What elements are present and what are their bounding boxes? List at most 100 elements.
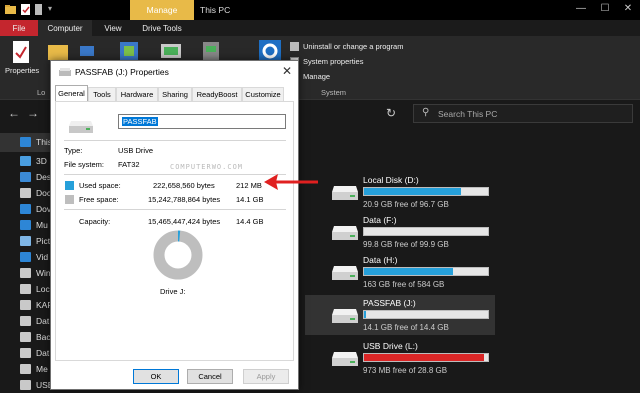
tab-manage[interactable]: Manage (130, 0, 194, 20)
used-space-bytes: 222,658,560 bytes (153, 181, 215, 190)
tab-computer[interactable]: Computer (38, 20, 92, 36)
capacity-bytes: 15,465,447,424 bytes (148, 217, 221, 226)
used-space-label: Used space: (79, 181, 121, 190)
tab-sharing[interactable]: Sharing (158, 87, 192, 101)
qa-dropdown-icon[interactable]: ▾ (48, 4, 52, 13)
usb-drive-icon (332, 352, 358, 366)
search-placeholder: Search This PC (438, 109, 498, 119)
free-space-bytes: 15,242,788,864 bytes (148, 195, 221, 204)
forward-arrow-icon[interactable]: → (27, 106, 39, 120)
properties-label[interactable]: Properties (5, 66, 39, 75)
system-properties-button[interactable]: System properties (290, 57, 363, 66)
maximize-icon[interactable]: ☐ (596, 2, 614, 16)
usb-drive-icon (20, 380, 31, 390)
ribbon-group-label-system: System (321, 88, 347, 97)
tab-readyboost[interactable]: ReadyBoost (192, 87, 242, 101)
used-space-swatch (65, 181, 74, 190)
watermark: COMPUTERWO.COM (170, 163, 244, 171)
cancel-button[interactable]: Cancel (187, 369, 233, 384)
folder-icon[interactable] (5, 4, 16, 15)
refresh-icon[interactable]: ↻ (386, 106, 396, 120)
downloads-icon (20, 204, 31, 214)
drive-usage-bar (363, 310, 489, 319)
drive-icon (20, 268, 31, 278)
back-arrow-icon[interactable]: ← (8, 106, 20, 120)
used-space-size: 212 MB (236, 181, 262, 190)
drive-icon (20, 364, 31, 374)
drive-data-f[interactable]: Data (F:) 99.8 GB free of 99.9 GB (305, 212, 495, 252)
drive-usage-bar (363, 187, 489, 196)
capacity-size: 14.4 GB (236, 217, 264, 226)
tab-tools[interactable]: Tools (88, 87, 116, 101)
open-folder-icon[interactable] (48, 42, 68, 60)
drive-data-h[interactable]: Data (H:) 163 GB free of 584 GB (305, 252, 495, 292)
ok-button[interactable]: OK (133, 369, 179, 384)
drive-free-text: 99.8 GB free of 99.9 GB (363, 240, 449, 249)
drive-icon (20, 300, 31, 310)
uninstall-program-button[interactable]: Uninstall or change a program (290, 42, 403, 51)
properties-icon[interactable] (20, 4, 31, 15)
drive-free-text: 163 GB free of 584 GB (363, 280, 445, 289)
hard-drive-icon (332, 226, 358, 240)
drive-usage-bar (363, 227, 489, 236)
drive-free-text: 973 MB free of 28.8 GB (363, 366, 448, 375)
title-bar: ▾ Manage This PC — ☐ ✕ (0, 0, 640, 20)
drive-name-value[interactable]: PASSFAB (122, 117, 158, 126)
apply-button[interactable]: Apply (243, 369, 289, 384)
tab-drive-tools[interactable]: Drive Tools (134, 20, 190, 36)
minimize-icon[interactable]: — (572, 2, 590, 16)
drive-free-text: 20.9 GB free of 96.7 GB (363, 200, 449, 209)
settings-icon[interactable] (259, 40, 281, 62)
hard-drive-icon (332, 266, 358, 280)
tab-customize[interactable]: Customize (242, 87, 284, 101)
rename-icon[interactable] (80, 42, 94, 60)
divider (64, 174, 286, 175)
divider (64, 140, 286, 141)
close-icon[interactable]: ✕ (619, 2, 637, 16)
drive-free-text: 14.1 GB free of 14.4 GB (363, 323, 449, 332)
capacity-label: Capacity: (79, 217, 111, 226)
drive-local-disk-d[interactable]: Local Disk (D:) 20.9 GB free of 96.7 GB (305, 172, 495, 212)
drive-icon (20, 316, 31, 326)
tab-general[interactable]: General (55, 85, 88, 101)
file-system-value: FAT32 (118, 160, 140, 169)
drive-name: Local Disk (D:) (363, 175, 419, 185)
drive-passfab-j[interactable]: PASSFAB (J:) 14.1 GB free of 14.4 GB (305, 295, 495, 335)
donut-free-ring (153, 230, 203, 280)
dialog-title-bar: PASSFAB (J:) Properties ✕ (51, 61, 298, 83)
drive-name: USB Drive (L:) (363, 341, 418, 351)
music-icon (20, 220, 31, 230)
annotation-arrow (264, 174, 318, 190)
search-input[interactable]: ⚲ Search This PC (413, 104, 633, 123)
new-folder-icon[interactable] (33, 4, 44, 15)
type-value: USB Drive (118, 146, 154, 155)
file-system-label: File system: (64, 160, 105, 169)
free-space-swatch (65, 195, 74, 204)
tab-view[interactable]: View (96, 20, 130, 36)
general-panel: PASSFAB Type: USB Drive File system: FAT… (55, 101, 294, 361)
tab-file[interactable]: File (0, 20, 38, 36)
window-title: This PC (200, 5, 231, 15)
drive-icon (20, 284, 31, 294)
drive-name: Data (H:) (363, 255, 398, 265)
drive-usb-drive-l[interactable]: USB Drive (L:) 973 MB free of 28.8 GB (305, 338, 495, 378)
drive-usage-bar (363, 267, 489, 276)
close-icon[interactable]: ✕ (282, 64, 292, 78)
videos-icon (20, 252, 31, 262)
drive-name-input[interactable]: PASSFAB (118, 114, 286, 129)
type-label: Type: (64, 146, 83, 155)
3d-objects-icon (20, 156, 31, 166)
ribbon-group-label-location: Lo (37, 88, 46, 97)
drive-usage-fill (364, 188, 461, 195)
tab-hardware[interactable]: Hardware (116, 87, 158, 101)
pictures-icon (20, 236, 31, 246)
free-space-size: 14.1 GB (236, 195, 264, 204)
usb-drive-icon (59, 68, 71, 76)
properties-large-icon[interactable] (12, 41, 30, 63)
drive-usage-bar (363, 353, 489, 362)
drive-usage-fill (364, 268, 454, 275)
documents-icon (20, 188, 31, 198)
usb-drive-icon (332, 309, 358, 323)
drive-name: PASSFAB (J:) (363, 298, 416, 308)
ribbon-tabs: File Computer View Drive Tools (0, 20, 640, 36)
